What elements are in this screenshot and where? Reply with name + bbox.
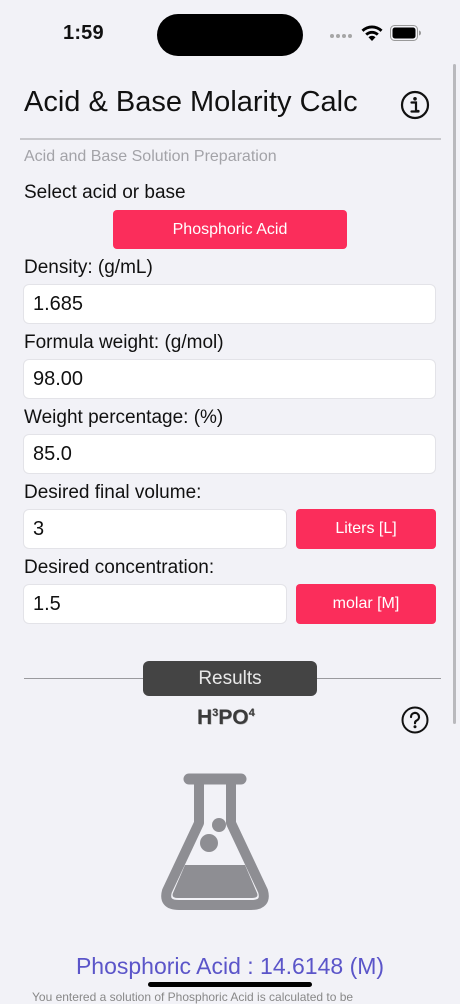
formula-sub2: 4: [248, 707, 255, 719]
formula-weight-field[interactable]: 98.00: [23, 359, 436, 399]
result-text: Phosphoric Acid : 14.6148 (M): [75, 953, 385, 979]
home-indicator[interactable]: [148, 982, 312, 987]
page-subtitle: Acid and Base Solution Preparation: [24, 148, 277, 165]
weight-percentage-field[interactable]: 85.0: [23, 434, 436, 474]
results-tab[interactable]: Results: [143, 661, 317, 696]
volume-unit-button[interactable]: Liters [L]: [296, 509, 436, 549]
acid-select-button[interactable]: Phosphoric Acid: [113, 210, 347, 249]
density-field[interactable]: 1.685: [23, 284, 436, 324]
chemical-formula: H3PO4: [197, 706, 255, 730]
scrollbar[interactable]: [453, 64, 456, 724]
concentration-unit-button[interactable]: molar [M]: [296, 584, 436, 624]
final-volume-field[interactable]: 3: [23, 509, 287, 549]
density-label: Density: (g/mL): [24, 257, 153, 278]
result-footnote: You entered a solution of Phosphoric Aci…: [32, 990, 354, 1004]
page-title: Acid & Base Molarity Calc: [24, 86, 358, 118]
concentration-label: Desired concentration:: [24, 557, 215, 578]
info-icon[interactable]: [400, 90, 430, 120]
help-icon[interactable]: [401, 706, 429, 734]
weight-percentage-label: Weight percentage: (%): [24, 407, 224, 428]
dynamic-island: [157, 14, 303, 56]
formula-h: H: [197, 706, 213, 729]
select-label: Select acid or base: [24, 182, 186, 203]
formula-po: PO: [218, 706, 249, 729]
battery-icon: [390, 25, 421, 41]
wifi-icon: [361, 25, 383, 41]
signal-dots-icon: [330, 34, 354, 40]
final-volume-label: Desired final volume:: [24, 482, 202, 503]
concentration-field[interactable]: 1.5: [23, 584, 287, 624]
header-divider: [20, 138, 441, 140]
formula-weight-label: Formula weight: (g/mol): [24, 332, 224, 353]
status-time: 1:59: [63, 22, 104, 44]
flask-icon: [161, 773, 269, 910]
